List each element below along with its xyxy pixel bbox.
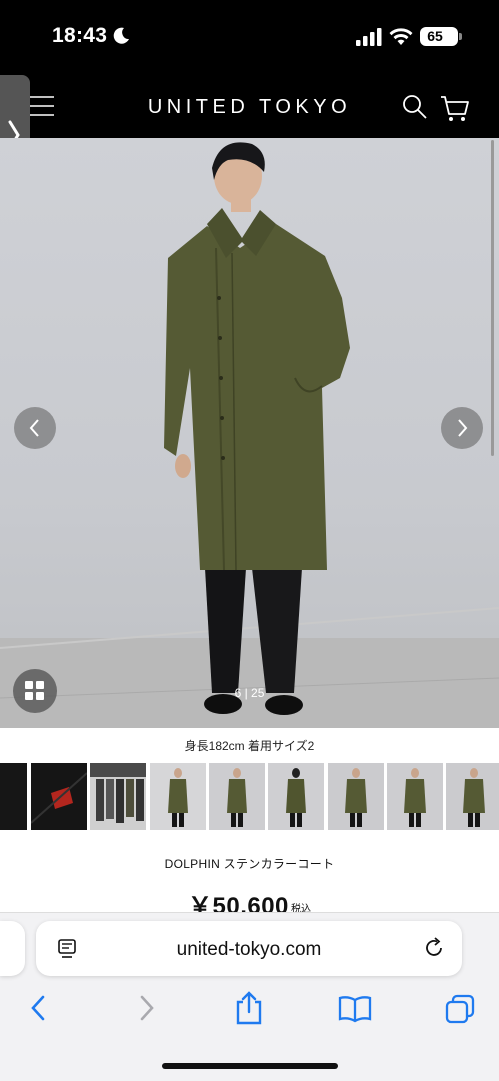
thumbnail[interactable]: [0, 763, 27, 830]
next-image-button[interactable]: [441, 407, 483, 449]
moon-icon: [113, 27, 129, 44]
chevron-left-icon: [29, 419, 39, 437]
cart-icon[interactable]: [440, 94, 470, 122]
thumbnail[interactable]: [446, 763, 499, 830]
thumbnail[interactable]: [268, 763, 324, 830]
previous-tab-preview[interactable]: [0, 921, 25, 976]
scroll-indicator: [491, 140, 494, 320]
reload-icon[interactable]: [422, 936, 446, 960]
wifi-icon: [389, 28, 413, 45]
thumbnail[interactable]: [90, 763, 146, 830]
product-name: DOLPHIN ステンカラーコート: [164, 857, 335, 871]
url-text[interactable]: united-tokyo.com: [36, 939, 462, 961]
image-caption: 身長182cm 着用サイズ2: [184, 739, 315, 753]
thumbnail[interactable]: [328, 763, 384, 830]
back-icon[interactable]: [28, 993, 48, 1023]
product-photo: [0, 142, 499, 728]
thumbnail-strip[interactable]: [0, 763, 499, 830]
prev-image-button[interactable]: [14, 407, 56, 449]
tabs-icon[interactable]: [444, 993, 476, 1025]
status-time: 18:43: [52, 24, 108, 47]
bookmarks-icon[interactable]: [338, 995, 372, 1023]
battery-indicator: 65: [420, 27, 462, 46]
home-indicator: [162, 1063, 338, 1069]
share-icon[interactable]: [235, 990, 263, 1026]
address-bar[interactable]: united-tokyo.com: [36, 921, 462, 976]
product-image-carousel[interactable]: 6 | 25: [0, 138, 499, 728]
image-counter: 6 | 25: [234, 686, 265, 700]
chevron-right-icon: [458, 419, 468, 437]
thumbnail[interactable]: [209, 763, 265, 830]
thumbnail-active[interactable]: [150, 763, 206, 830]
cellular-signal-icon: [356, 28, 382, 46]
thumbnail[interactable]: [31, 763, 87, 830]
thumbnail[interactable]: [387, 763, 443, 830]
search-icon[interactable]: [402, 94, 428, 120]
forward-icon[interactable]: [137, 993, 157, 1023]
